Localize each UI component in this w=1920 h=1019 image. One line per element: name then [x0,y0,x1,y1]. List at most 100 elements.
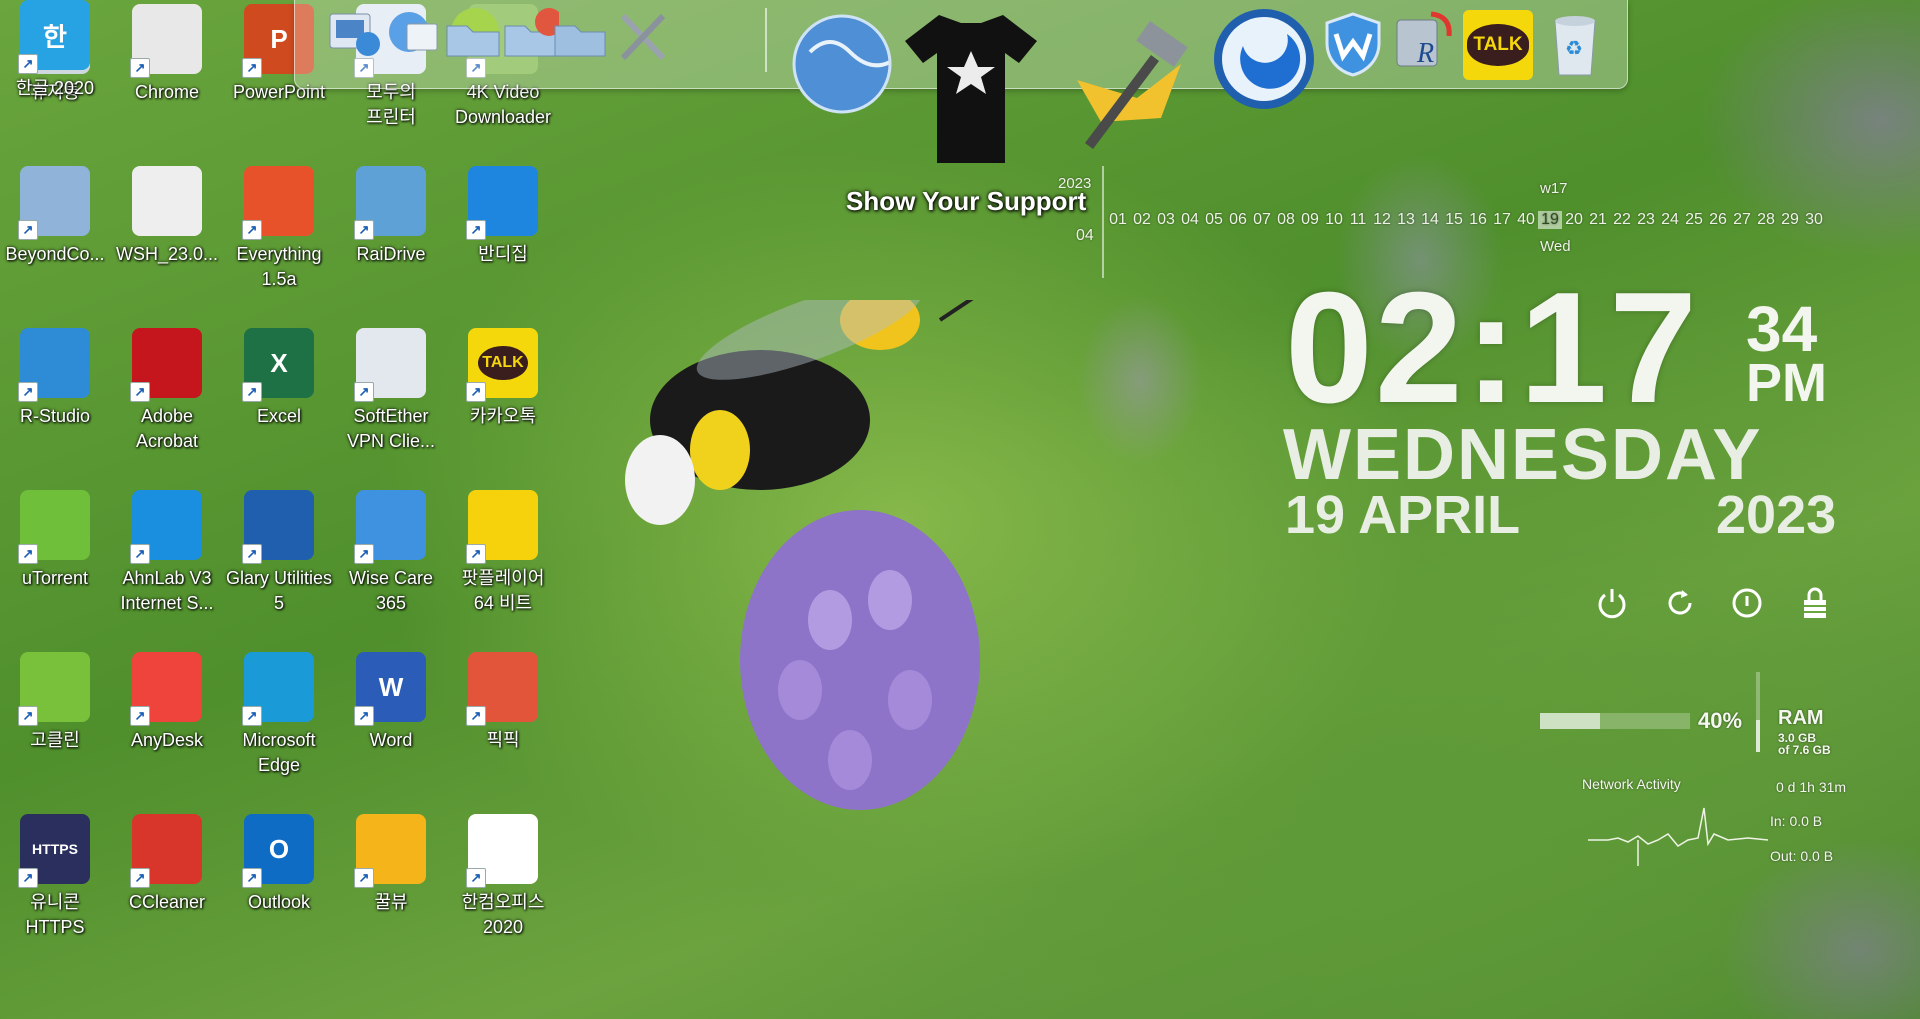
shortcut-arrow-icon: ↗ [130,706,150,726]
svg-text:R: R [1416,38,1434,69]
calendar-day: 20 [1565,211,1583,228]
calendar-day: 29 [1781,211,1799,228]
sleep-icon[interactable] [1727,583,1767,623]
shortcut-arrow-icon: ↗ [354,220,374,240]
acrobat-icon: ↗ [130,328,202,402]
wisecare-dock-icon[interactable] [1321,10,1385,78]
desktop-shortcut-r-studio[interactable]: ↗ R-Studio [2,328,108,478]
desktop-shortcut-ccleaner[interactable]: ↗ CCleaner [114,814,220,964]
shortcut-arrow-icon: ↗ [466,706,486,726]
folder-dock-icon[interactable] [441,4,503,64]
desktop-shortcut-word[interactable]: W ↗ Word [338,652,444,802]
r-studio-icon: ↗ [18,328,90,402]
desktop-shortcut-label: 고클린 [30,730,80,750]
desktop-shortcut-everything-search[interactable]: ↗ Everything 1.5a [226,166,332,316]
hammer-dock-icon[interactable] [1055,10,1205,160]
honeyview-icon: ↗ [354,814,426,888]
shortcut-arrow-icon: ↗ [354,544,374,564]
calendar-day: 16 [1469,211,1487,228]
tools-dock-icon[interactable] [615,8,671,66]
icon-glyph-text: TALK [478,346,528,380]
desktop-shortcut-softether[interactable]: ↗ SoftEther VPN Clie... [338,328,444,478]
r-studio-dock-icon[interactable]: R [1391,10,1457,78]
calendar-day: 21 [1589,211,1607,228]
dock-separator [765,8,767,72]
desktop-shortcut-excel[interactable]: X ↗ Excel [226,328,332,478]
desktop-shortcut-hangul[interactable]: 한 ↗ 한글 2020 [2,0,108,150]
tshirt-dock-icon[interactable] [903,10,1039,168]
calendar-today: 19 [1538,211,1562,229]
ram-vertical-gauge [1756,672,1760,752]
raidrive-icon: ↗ [354,166,426,240]
desktop-shortcut-honeyview[interactable]: ↗ 꿀뷰 [338,814,444,964]
desktop-shortcut-anydesk[interactable]: ↗ AnyDesk [114,652,220,802]
network-activity-label: Network Activity [1582,776,1681,792]
shortcut-arrow-icon: ↗ [354,382,374,402]
calendar-day: 02 [1133,211,1151,228]
desktop-shortcut-label: CCleaner [128,892,206,912]
desktop-shortcut-acrobat[interactable]: ↗ Adobe Acrobat [114,328,220,478]
recycle-bin-dock-icon[interactable]: ♻ [1545,8,1605,80]
desktop-shortcut-wisecare[interactable]: ↗ Wise Care 365 [338,490,444,640]
desktop-shortcut-edge[interactable]: ↗ Microsoft Edge [226,652,332,802]
desktop-shortcut-potplayer[interactable]: ↗ 팟플레이어 64 비트 [450,490,556,640]
show-support-text[interactable]: Show Your Support [846,186,1086,217]
chrome-icon: ↗ [130,4,202,78]
desktop-shortcut-label: 유니콘 HTTPS [25,892,85,937]
kakaotalk-dock-icon[interactable]: TALK [1463,10,1533,80]
rocket-dock: R TALK ♻ [294,0,1628,163]
desktop-shortcut-unicorn-https[interactable]: HTTPS ↗ 유니콘 HTTPS [2,814,108,964]
globe-dock-icon[interactable] [789,12,895,116]
disk-image-icon [132,166,202,236]
desktop-shortcut-label: 한컴오피스 2020 [461,892,545,937]
shortcut-arrow-icon: ↗ [354,868,374,888]
desktop-shortcut-utorrent[interactable]: ↗ uTorrent [2,490,108,640]
desktop-shortcut-ahnlab[interactable]: ↗ AhnLab V3 Internet S... [114,490,220,640]
calendar-day-strip: 01 02 03 04 05 06 07 08 09 10 11 12 13 14 15 16 17 40 19 20… [1106,211,1826,229]
desktop-shortcut-label: RaiDrive [356,244,426,264]
desktop-shortcut-chrome[interactable]: ↗ Chrome [114,4,220,154]
ram-usage-fill [1540,713,1600,729]
desktop-shortcut-beyond-compare[interactable]: ↗ BeyondCo... [2,166,108,316]
icon-glyph-text: W [378,671,404,702]
calendar-day: 14 [1421,211,1439,228]
desktop-shortcut-hancom-office[interactable]: ↗ 한컴오피스 2020 [450,814,556,964]
network-dock-icon[interactable] [385,4,443,62]
ram-percent: 40% [1698,708,1743,733]
clock-date: 19 APRIL [1285,485,1521,545]
desktop-shortcut-label: Glary Utilities 5 [225,568,332,613]
desktop-shortcut-picpick[interactable]: ↗ 픽픽 [450,652,556,802]
lock-icon[interactable] [1795,583,1835,623]
calendar-day: 07 [1253,211,1271,228]
edge-icon: ↗ [242,652,314,726]
desktop-shortcut-label: SoftEther VPN Clie... [346,406,436,451]
desktop-shortcut-label: WSH_23.0... [115,244,219,264]
shortcut-arrow-icon: ↗ [466,544,486,564]
desktop-shortcut-bandizip[interactable]: ↗ 반디집 [450,166,556,316]
folder-dock-icon[interactable] [551,4,609,64]
network-activity-graph [1588,807,1768,866]
shortcut-arrow-icon: ↗ [130,868,150,888]
calendar-day: 40 [1517,211,1535,228]
desktop-shortcut-outlook[interactable]: O ↗ Outlook [226,814,332,964]
power-icon[interactable] [1592,583,1632,623]
calendar-year: 2023 [1058,175,1092,192]
desktop-shortcut-goclean[interactable]: ↗ 고클린 [2,652,108,802]
printer-dock-icon[interactable] [323,4,383,62]
calendar-day: 08 [1277,211,1295,228]
desktop-shortcut-disk-image[interactable]: WSH_23.0... [114,166,220,316]
icon-glyph-text: X [270,347,288,378]
desktop-shortcut-glary[interactable]: ↗ Glary Utilities 5 [226,490,332,640]
desktop-shortcut-label: 픽픽 [486,730,520,750]
desktop-shortcut-label: Word [369,730,413,750]
glary-dock-icon[interactable] [1211,6,1317,112]
desktop-shortcut-raidrive[interactable]: ↗ RaiDrive [338,166,444,316]
everything-search-icon: ↗ [242,166,314,240]
ram-label: RAM [1778,707,1824,729]
desktop-shortcut-label: AnyDesk [130,730,204,750]
restart-icon[interactable] [1660,583,1700,623]
kakao-talk-text: TALK [1467,24,1529,66]
glary-icon: ↗ [242,490,314,564]
desktop-shortcut-kakaotalk[interactable]: TALK ↗ 카카오톡 [450,328,556,478]
calendar-day: 17 [1493,211,1511,228]
